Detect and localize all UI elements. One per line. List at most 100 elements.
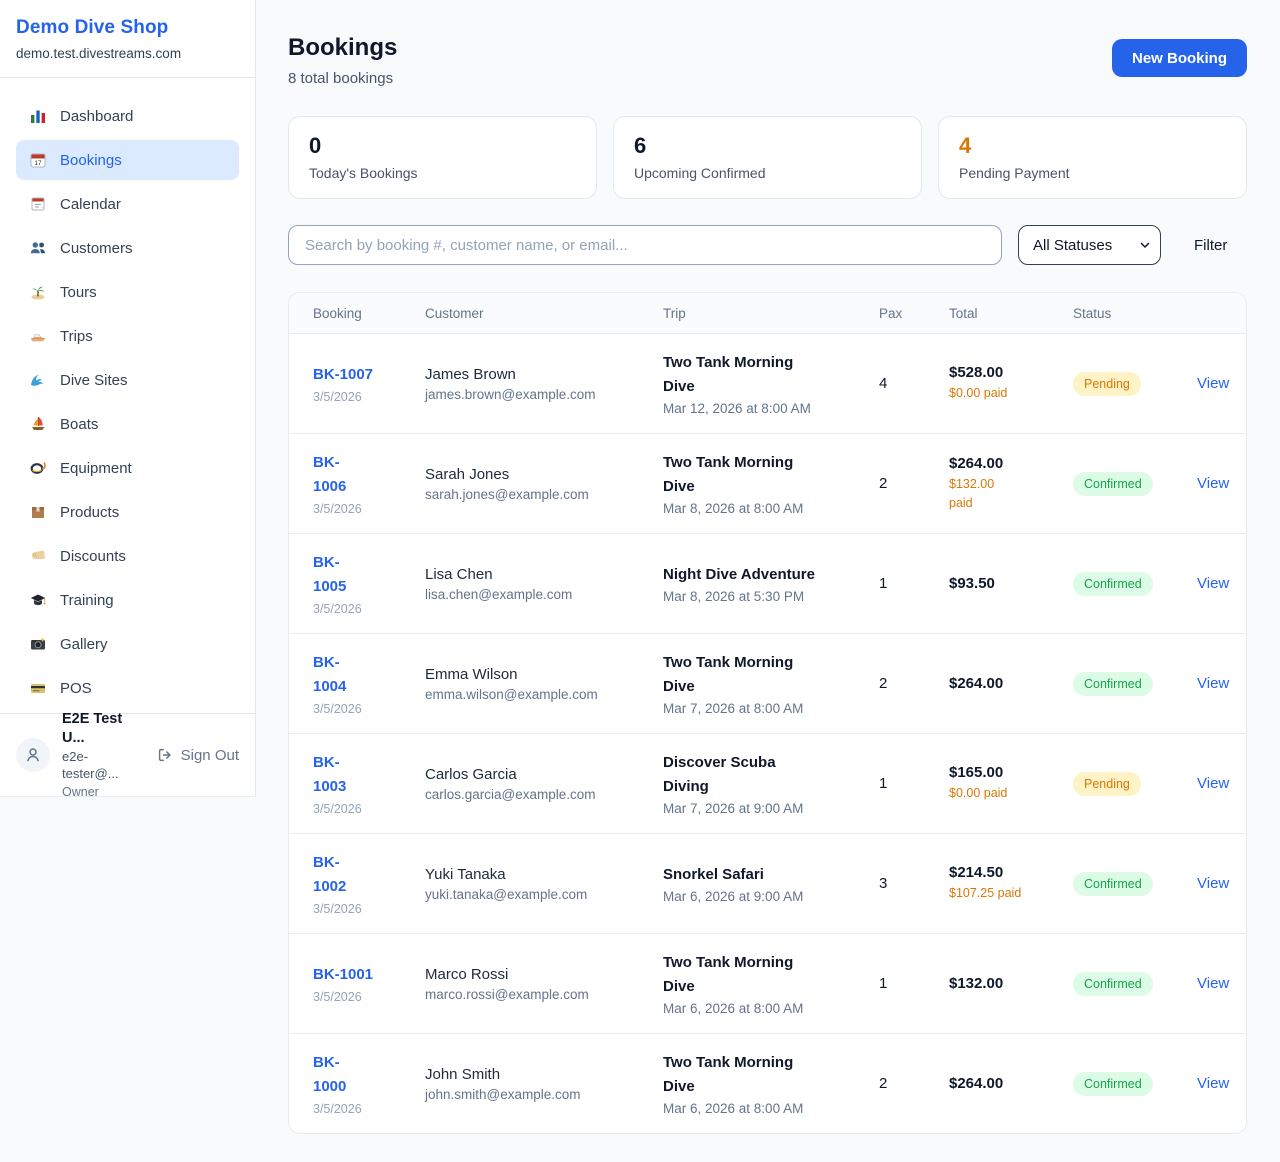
view-link[interactable]: View: [1197, 775, 1229, 792]
people-icon: [28, 238, 48, 258]
paid-amount: $0.00 paid: [949, 784, 1059, 803]
sidebar-item-boats[interactable]: Boats: [16, 404, 239, 444]
main-content: Bookings 8 total bookings New Booking 0 …: [256, 0, 1280, 1134]
logout-icon: [156, 746, 174, 764]
customer-email: emma.wilson@example.com: [425, 687, 649, 702]
sidebar-item-dive-sites[interactable]: Dive Sites: [16, 360, 239, 400]
dive-mask-icon: [28, 458, 48, 478]
stat-card-pending-payment: 4 Pending Payment: [938, 116, 1247, 199]
sign-out-label: Sign Out: [181, 747, 239, 764]
calendar-icon: [28, 194, 48, 214]
customer-email: marco.rossi@example.com: [425, 987, 649, 1002]
status-badge: Confirmed: [1073, 1072, 1153, 1096]
sidebar-item-products[interactable]: Products: [16, 492, 239, 532]
filter-button[interactable]: Filter: [1194, 237, 1227, 254]
page-title: Bookings: [288, 34, 397, 62]
sidebar-item-pos[interactable]: POS: [16, 668, 239, 708]
sign-out-button[interactable]: Sign Out: [156, 746, 239, 764]
sidebar-item-tours[interactable]: Tours: [16, 272, 239, 312]
sidebar-item-label: Gallery: [60, 636, 108, 653]
person-icon: [23, 745, 43, 765]
view-link[interactable]: View: [1197, 375, 1229, 392]
paid-amount: $0.00 paid: [949, 384, 1059, 403]
table-row: BK-1001 3/5/2026 Marco Rossi marco.rossi…: [289, 933, 1246, 1033]
booking-date: 3/5/2026: [313, 502, 411, 516]
pax-count: 2: [879, 1075, 949, 1092]
calendar-17-icon: 17: [28, 150, 48, 170]
view-link[interactable]: View: [1197, 875, 1229, 892]
booking-id-link[interactable]: BK- 1004: [313, 651, 411, 699]
booking-date: 3/5/2026: [313, 802, 411, 816]
view-link[interactable]: View: [1197, 475, 1229, 492]
sidebar-item-training[interactable]: Training: [16, 580, 239, 620]
search-input[interactable]: [288, 225, 1002, 265]
sidebar-item-gallery[interactable]: Gallery: [16, 624, 239, 664]
pax-count: 2: [879, 675, 949, 692]
new-booking-button[interactable]: New Booking: [1112, 39, 1247, 77]
filters-row: All Statuses Filter: [288, 225, 1247, 265]
total-amount: $264.00: [949, 455, 1059, 472]
island-icon: [28, 282, 48, 302]
booking-date: 3/5/2026: [313, 602, 411, 616]
trip-datetime: Mar 6, 2026 at 9:00 AM: [663, 889, 865, 904]
sidebar-item-label: Boats: [60, 416, 98, 433]
trip-name: Two Tank Morning Dive: [663, 351, 865, 399]
page-header: Bookings 8 total bookings New Booking: [288, 32, 1247, 87]
table-row: BK- 1003 3/5/2026 Carlos Garcia carlos.g…: [289, 733, 1246, 833]
view-link[interactable]: View: [1197, 1075, 1229, 1092]
sidebar-item-equipment[interactable]: Equipment: [16, 448, 239, 488]
paid-amount: $107.25 paid: [949, 884, 1059, 903]
brand: Demo Dive Shop demo.test.divestreams.com: [0, 0, 255, 78]
trip-datetime: Mar 12, 2026 at 8:00 AM: [663, 401, 865, 416]
booking-id-link[interactable]: BK- 1006: [313, 451, 411, 499]
sidebar-item-dashboard[interactable]: Dashboard: [16, 96, 239, 136]
status-badge: Pending: [1073, 772, 1141, 796]
brand-name: Demo Dive Shop: [16, 17, 239, 39]
customer-name: Yuki Tanaka: [425, 866, 649, 883]
table-row: BK- 1006 3/5/2026 Sarah Jones sarah.jone…: [289, 433, 1246, 533]
view-link[interactable]: View: [1197, 675, 1229, 692]
total-amount: $528.00: [949, 364, 1059, 381]
stat-label: Today's Bookings: [309, 165, 576, 181]
user-email: e2e-tester@...: [62, 749, 144, 783]
customer-name: Lisa Chen: [425, 566, 649, 583]
sidebar-item-discounts[interactable]: Discounts: [16, 536, 239, 576]
table-row: BK- 1002 3/5/2026 Yuki Tanaka yuki.tanak…: [289, 833, 1246, 933]
trip-name: Discover Scuba Diving: [663, 751, 865, 799]
table-row: BK- 1000 3/5/2026 John Smith john.smith@…: [289, 1033, 1246, 1133]
booking-id-link[interactable]: BK- 1005: [313, 551, 411, 599]
booking-id-link[interactable]: BK-1007: [313, 363, 411, 387]
sidebar-item-customers[interactable]: Customers: [16, 228, 239, 268]
wave-icon: [28, 370, 48, 390]
customer-name: Carlos Garcia: [425, 766, 649, 783]
stat-label: Upcoming Confirmed: [634, 165, 901, 181]
booking-id-link[interactable]: BK- 1000: [313, 1051, 411, 1099]
sidebar-item-calendar[interactable]: Calendar: [16, 184, 239, 224]
view-link[interactable]: View: [1197, 975, 1229, 992]
sidebar-item-bookings[interactable]: 17 Bookings: [16, 140, 239, 180]
brand-domain: demo.test.divestreams.com: [16, 46, 239, 61]
customer-email: sarah.jones@example.com: [425, 487, 649, 502]
sidebar-item-label: Dashboard: [60, 108, 133, 125]
pax-count: 1: [879, 975, 949, 992]
column-header-status: Status: [1073, 306, 1197, 321]
booking-id-link[interactable]: BK- 1003: [313, 751, 411, 799]
sidebar-item-trips[interactable]: Trips: [16, 316, 239, 356]
status-filter-select[interactable]: All Statuses: [1018, 225, 1161, 265]
stat-card-todays-bookings: 0 Today's Bookings: [288, 116, 597, 199]
column-header-booking: Booking: [289, 306, 425, 321]
booking-id-link[interactable]: BK-1001: [313, 963, 411, 987]
total-amount: $264.00: [949, 675, 1059, 692]
sidebar-item-label: Customers: [60, 240, 133, 257]
sidebar-user-section: E2E Test U... e2e-tester@... Owner Sign …: [0, 713, 255, 796]
total-amount: $165.00: [949, 764, 1059, 781]
credit-card-icon: [28, 678, 48, 698]
trip-datetime: Mar 7, 2026 at 8:00 AM: [663, 701, 865, 716]
trip-datetime: Mar 6, 2026 at 8:00 AM: [663, 1101, 865, 1116]
customer-email: lisa.chen@example.com: [425, 587, 649, 602]
booking-id-link[interactable]: BK- 1002: [313, 851, 411, 899]
customer-name: James Brown: [425, 366, 649, 383]
view-link[interactable]: View: [1197, 575, 1229, 592]
tag-icon: [28, 546, 48, 566]
table-row: BK- 1005 3/5/2026 Lisa Chen lisa.chen@ex…: [289, 533, 1246, 633]
